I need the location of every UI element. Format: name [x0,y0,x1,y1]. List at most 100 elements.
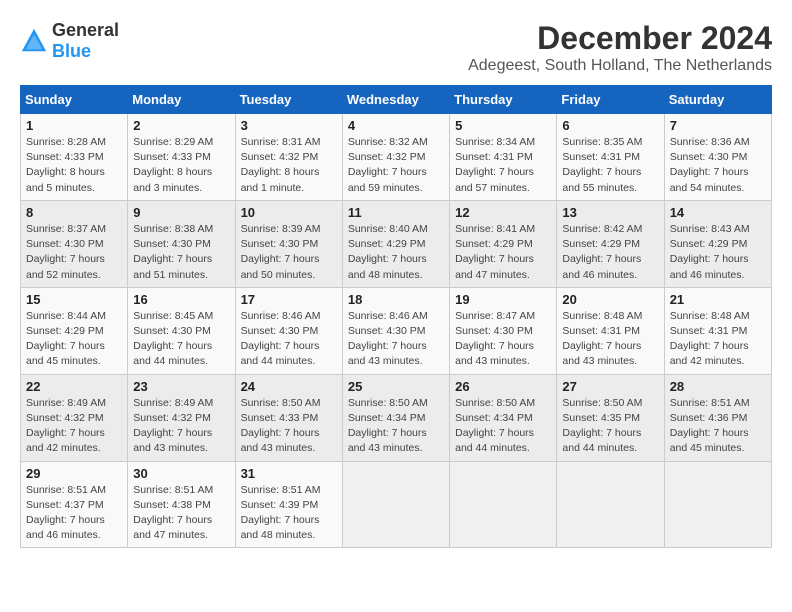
day-info: Sunrise: 8:51 AMSunset: 4:36 PMDaylight:… [670,396,766,457]
day-info: Sunrise: 8:40 AMSunset: 4:29 PMDaylight:… [348,222,444,283]
day-number: 23 [133,379,229,394]
day-number: 13 [562,205,658,220]
day-number: 16 [133,292,229,307]
day-info: Sunrise: 8:32 AMSunset: 4:32 PMDaylight:… [348,135,444,196]
calendar-cell: 6Sunrise: 8:35 AMSunset: 4:31 PMDaylight… [557,114,664,201]
logo: General Blue [20,20,119,62]
calendar-header: SundayMondayTuesdayWednesdayThursdayFrid… [21,86,772,114]
calendar-cell: 5Sunrise: 8:34 AMSunset: 4:31 PMDaylight… [450,114,557,201]
day-of-week-thursday: Thursday [450,86,557,114]
day-info: Sunrise: 8:51 AMSunset: 4:37 PMDaylight:… [26,483,122,544]
day-number: 30 [133,466,229,481]
calendar-cell: 21 Sunrise: 8:48 AMSunset: 4:31 PMDayligh… [664,287,771,374]
logo-general: General [52,20,119,40]
day-number: 14 [670,205,766,220]
day-info: Sunrise: 8:51 AMSunset: 4:39 PMDaylight:… [241,483,337,544]
day-info: Sunrise: 8:46 AMSunset: 4:30 PMDaylight:… [348,309,444,370]
calendar-cell: 19Sunrise: 8:47 AMSunset: 4:30 PMDayligh… [450,287,557,374]
day-info: Sunrise: 8:50 AMSunset: 4:33 PMDaylight:… [241,396,337,457]
day-of-week-sunday: Sunday [21,86,128,114]
day-info: Sunrise: 8:48 AMSunset: 4:31 PMDaylight:… [562,309,658,370]
calendar-cell: 30Sunrise: 8:51 AMSunset: 4:38 PMDayligh… [128,461,235,548]
day-number: 28 [670,379,766,394]
day-number: 9 [133,205,229,220]
calendar-cell: 8Sunrise: 8:37 AMSunset: 4:30 PMDaylight… [21,200,128,287]
calendar-body: 1Sunrise: 8:28 AMSunset: 4:33 PMDaylight… [21,114,772,548]
day-number: 12 [455,205,551,220]
calendar-cell: 23Sunrise: 8:49 AMSunset: 4:32 PMDayligh… [128,374,235,461]
day-number: 27 [562,379,658,394]
week-row-3: 15 Sunrise: 8:44 AMSunset: 4:29 PMDayligh… [21,287,772,374]
calendar-cell: 1Sunrise: 8:28 AMSunset: 4:33 PMDaylight… [21,114,128,201]
calendar-cell: 9 Sunrise: 8:38 AMSunset: 4:30 PMDaylight… [128,200,235,287]
day-number: 15 [26,292,122,307]
day-number: 2 [133,118,229,133]
day-number: 5 [455,118,551,133]
days-of-week-row: SundayMondayTuesdayWednesdayThursdayFrid… [21,86,772,114]
day-of-week-monday: Monday [128,86,235,114]
day-info: Sunrise: 8:48 AMSunset: 4:31 PMDaylight:… [670,309,766,370]
day-info: Sunrise: 8:46 AMSunset: 4:30 PMDaylight:… [241,309,337,370]
calendar-cell: 26 Sunrise: 8:50 AMSunset: 4:34 PMDayligh… [450,374,557,461]
calendar-cell: 14 Sunrise: 8:43 AMSunset: 4:29 PMDayligh… [664,200,771,287]
day-info: Sunrise: 8:35 AMSunset: 4:31 PMDaylight:… [562,135,658,196]
calendar-cell: 11 Sunrise: 8:40 AMSunset: 4:29 PMDayligh… [342,200,449,287]
calendar-cell [664,461,771,548]
calendar-cell: 12Sunrise: 8:41 AMSunset: 4:29 PMDayligh… [450,200,557,287]
calendar-cell: 24 Sunrise: 8:50 AMSunset: 4:33 PMDayligh… [235,374,342,461]
calendar-cell: 18Sunrise: 8:46 AMSunset: 4:30 PMDayligh… [342,287,449,374]
page-subtitle: Adegeest, South Holland, The Netherlands [468,57,772,75]
week-row-5: 29 Sunrise: 8:51 AMSunset: 4:37 PMDayligh… [21,461,772,548]
page-header: General Blue December 2024 Adegeest, Sou… [20,20,772,75]
logo-blue: Blue [52,41,91,61]
day-number: 4 [348,118,444,133]
day-number: 26 [455,379,551,394]
calendar-cell [450,461,557,548]
generalblue-icon [20,27,48,55]
day-number: 11 [348,205,444,220]
day-number: 17 [241,292,337,307]
calendar-cell: 15 Sunrise: 8:44 AMSunset: 4:29 PMDayligh… [21,287,128,374]
calendar-cell: 29 Sunrise: 8:51 AMSunset: 4:37 PMDayligh… [21,461,128,548]
calendar-cell: 22Sunrise: 8:49 AMSunset: 4:32 PMDayligh… [21,374,128,461]
day-number: 22 [26,379,122,394]
day-number: 24 [241,379,337,394]
day-info: Sunrise: 8:43 AMSunset: 4:29 PMDaylight:… [670,222,766,283]
page-title: December 2024 [468,20,772,57]
calendar-cell: 20 Sunrise: 8:48 AMSunset: 4:31 PMDayligh… [557,287,664,374]
calendar-cell: 25Sunrise: 8:50 AMSunset: 4:34 PMDayligh… [342,374,449,461]
day-info: Sunrise: 8:38 AMSunset: 4:30 PMDaylight:… [133,222,229,283]
day-info: Sunrise: 8:36 AMSunset: 4:30 PMDaylight:… [670,135,766,196]
calendar-cell [342,461,449,548]
day-number: 21 [670,292,766,307]
calendar-cell: 27Sunrise: 8:50 AMSunset: 4:35 PMDayligh… [557,374,664,461]
day-number: 8 [26,205,122,220]
calendar-cell: 10 Sunrise: 8:39 AMSunset: 4:30 PMDayligh… [235,200,342,287]
day-number: 10 [241,205,337,220]
logo-text: General Blue [52,20,119,62]
day-number: 3 [241,118,337,133]
day-info: Sunrise: 8:50 AMSunset: 4:34 PMDaylight:… [455,396,551,457]
week-row-2: 8Sunrise: 8:37 AMSunset: 4:30 PMDaylight… [21,200,772,287]
calendar-cell: 13 Sunrise: 8:42 AMSunset: 4:29 PMDayligh… [557,200,664,287]
day-of-week-tuesday: Tuesday [235,86,342,114]
day-of-week-wednesday: Wednesday [342,86,449,114]
day-info: Sunrise: 8:42 AMSunset: 4:29 PMDaylight:… [562,222,658,283]
day-info: Sunrise: 8:39 AMSunset: 4:30 PMDaylight:… [241,222,337,283]
day-info: Sunrise: 8:31 AMSunset: 4:32 PMDaylight:… [241,135,337,196]
day-info: Sunrise: 8:44 AMSunset: 4:29 PMDaylight:… [26,309,122,370]
calendar-table: SundayMondayTuesdayWednesdayThursdayFrid… [20,85,772,548]
week-row-1: 1Sunrise: 8:28 AMSunset: 4:33 PMDaylight… [21,114,772,201]
day-of-week-friday: Friday [557,86,664,114]
calendar-cell: 3 Sunrise: 8:31 AMSunset: 4:32 PMDaylight… [235,114,342,201]
day-number: 31 [241,466,337,481]
calendar-cell [557,461,664,548]
day-info: Sunrise: 8:28 AMSunset: 4:33 PMDaylight:… [26,135,122,196]
calendar-cell: 17 Sunrise: 8:46 AMSunset: 4:30 PMDayligh… [235,287,342,374]
day-info: Sunrise: 8:45 AMSunset: 4:30 PMDaylight:… [133,309,229,370]
day-number: 20 [562,292,658,307]
day-of-week-saturday: Saturday [664,86,771,114]
day-info: Sunrise: 8:29 AMSunset: 4:33 PMDaylight:… [133,135,229,196]
day-number: 29 [26,466,122,481]
calendar-cell: 16 Sunrise: 8:45 AMSunset: 4:30 PMDayligh… [128,287,235,374]
